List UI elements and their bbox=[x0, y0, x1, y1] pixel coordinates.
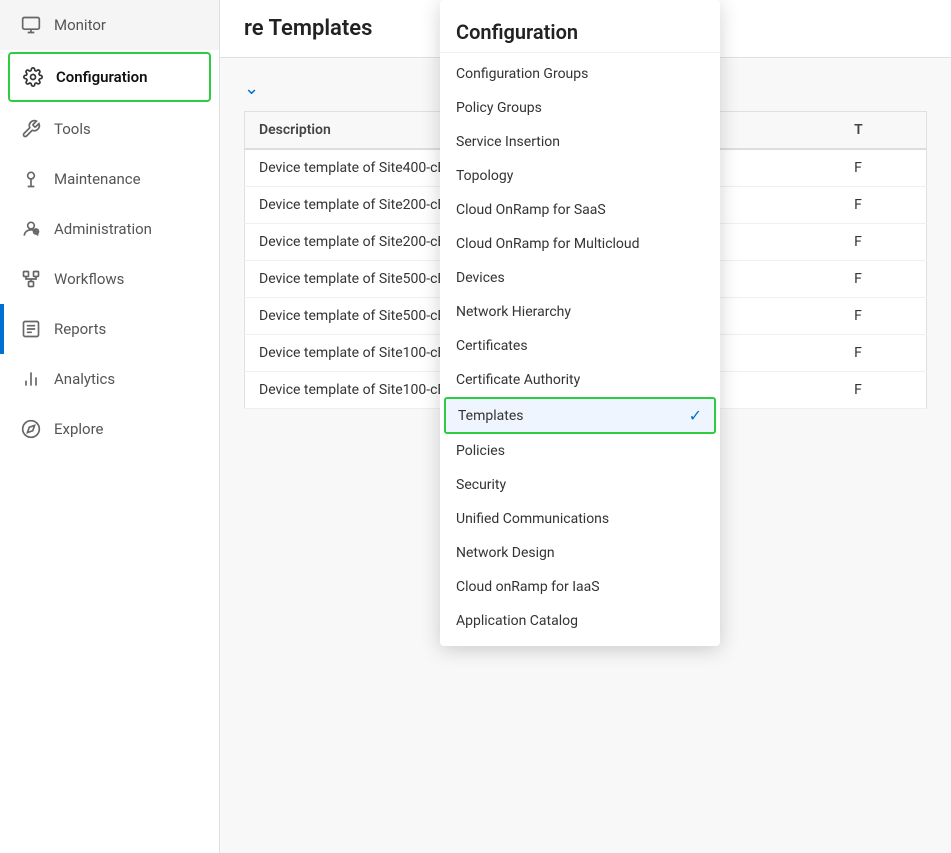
admin-icon bbox=[20, 218, 42, 240]
cell-type: F bbox=[840, 298, 926, 335]
dropdown-item-label: Templates bbox=[458, 408, 524, 424]
sidebar-item-tools[interactable]: Tools bbox=[0, 104, 219, 154]
dropdown-item-certificate-authority[interactable]: Certificate Authority bbox=[440, 363, 720, 397]
dropdown-item-label: Policy Groups bbox=[456, 100, 542, 116]
dropdown-item-label: Topology bbox=[456, 168, 513, 184]
dropdown-item-cloud-onramp-multicloud[interactable]: Cloud OnRamp for Multicloud bbox=[440, 227, 720, 261]
main-content: re Templates ⌄ Description T Device temp… bbox=[220, 0, 951, 853]
sidebar-item-explore-label: Explore bbox=[54, 420, 104, 438]
analytics-icon bbox=[20, 368, 42, 390]
dropdown-item-label: Cloud onRamp for IaaS bbox=[456, 579, 600, 595]
cell-type: F bbox=[840, 149, 926, 187]
dropdown-item-label: Security bbox=[456, 477, 506, 493]
cell-type: F bbox=[840, 372, 926, 409]
sidebar-item-administration-label: Administration bbox=[54, 220, 152, 238]
dropdown-item-label: Policies bbox=[456, 443, 505, 459]
sidebar-item-analytics[interactable]: Analytics bbox=[0, 354, 219, 404]
dropdown-item-network-hierarchy[interactable]: Network Hierarchy bbox=[440, 295, 720, 329]
maintenance-icon bbox=[20, 168, 42, 190]
dropdown-item-label: Cloud OnRamp for Multicloud bbox=[456, 236, 640, 252]
dropdown-item-application-catalog[interactable]: Application Catalog bbox=[440, 604, 720, 638]
sidebar-item-administration[interactable]: Administration bbox=[0, 204, 219, 254]
dropdown-item-config-groups[interactable]: Configuration Groups bbox=[440, 57, 720, 91]
cell-type: F bbox=[840, 261, 926, 298]
cell-type: F bbox=[840, 187, 926, 224]
cell-type: F bbox=[840, 224, 926, 261]
dropdown-title: Configuration bbox=[440, 8, 720, 53]
sidebar-item-monitor[interactable]: Monitor bbox=[0, 0, 219, 50]
dropdown-item-policy-groups[interactable]: Policy Groups bbox=[440, 91, 720, 125]
dropdown-item-network-design[interactable]: Network Design bbox=[440, 536, 720, 570]
dropdown-item-label: Certificates bbox=[456, 338, 528, 354]
dropdown-item-policies[interactable]: Policies bbox=[440, 434, 720, 468]
check-icon: ✓ bbox=[689, 406, 702, 425]
sidebar-item-explore[interactable]: Explore bbox=[0, 404, 219, 454]
sidebar-item-analytics-label: Analytics bbox=[54, 370, 115, 388]
sidebar-item-maintenance-label: Maintenance bbox=[54, 170, 141, 188]
dropdown-item-label: Unified Communications bbox=[456, 511, 609, 527]
dropdown-item-label: Service Insertion bbox=[456, 134, 560, 150]
dropdown-item-service-insertion[interactable]: Service Insertion bbox=[440, 125, 720, 159]
dropdown-item-cloud-onramp-saas[interactable]: Cloud OnRamp for SaaS bbox=[440, 193, 720, 227]
dropdown-item-label: Devices bbox=[456, 270, 505, 286]
workflows-icon bbox=[20, 268, 42, 290]
dropdown-item-label: Configuration Groups bbox=[456, 66, 588, 82]
sidebar-item-reports[interactable]: Reports bbox=[0, 304, 219, 354]
col-type: T bbox=[840, 112, 926, 150]
sidebar-item-configuration-label: Configuration bbox=[56, 68, 148, 86]
dropdown-item-topology[interactable]: Topology bbox=[440, 159, 720, 193]
sidebar-item-tools-label: Tools bbox=[54, 120, 91, 138]
sidebar: Monitor Configuration Tools Maintenance bbox=[0, 0, 220, 853]
dropdown-item-cloud-onramp-iaas[interactable]: Cloud onRamp for IaaS bbox=[440, 570, 720, 604]
sidebar-item-workflows-label: Workflows bbox=[54, 270, 124, 288]
explore-icon bbox=[20, 418, 42, 440]
dropdown-item-security[interactable]: Security bbox=[440, 468, 720, 502]
monitor-icon bbox=[20, 14, 42, 36]
configuration-dropdown: Configuration Configuration Groups Polic… bbox=[440, 0, 720, 646]
dropdown-item-devices[interactable]: Devices bbox=[440, 261, 720, 295]
config-icon bbox=[22, 66, 44, 88]
dropdown-item-templates[interactable]: Templates ✓ bbox=[444, 397, 716, 434]
dropdown-item-unified-communications[interactable]: Unified Communications bbox=[440, 502, 720, 536]
dropdown-item-label: Application Catalog bbox=[456, 613, 578, 629]
dropdown-item-label: Cloud OnRamp for SaaS bbox=[456, 202, 606, 218]
sidebar-item-reports-label: Reports bbox=[54, 320, 106, 338]
dropdown-item-label: Certificate Authority bbox=[456, 372, 580, 388]
dropdown-item-label: Network Hierarchy bbox=[456, 304, 571, 320]
sidebar-item-configuration[interactable]: Configuration bbox=[8, 52, 211, 102]
cell-type: F bbox=[840, 335, 926, 372]
dropdown-item-label: Network Design bbox=[456, 545, 555, 561]
tools-icon bbox=[20, 118, 42, 140]
sidebar-item-maintenance[interactable]: Maintenance bbox=[0, 154, 219, 204]
chevron-down-icon: ⌄ bbox=[244, 78, 259, 99]
reports-icon bbox=[20, 318, 42, 340]
sidebar-item-monitor-label: Monitor bbox=[54, 16, 106, 34]
sidebar-item-workflows[interactable]: Workflows bbox=[0, 254, 219, 304]
dropdown-item-certificates[interactable]: Certificates bbox=[440, 329, 720, 363]
